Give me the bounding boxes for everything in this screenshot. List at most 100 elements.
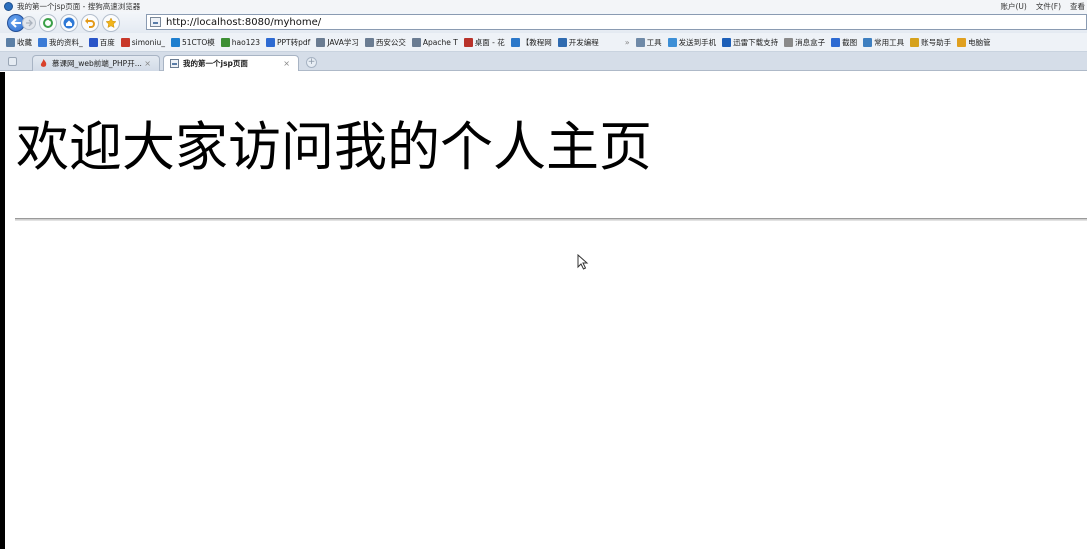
refresh-button[interactable] — [39, 13, 57, 32]
bird-icon — [510, 37, 520, 47]
bookmark-label: JAVA学习 — [327, 37, 359, 47]
page-icon — [170, 59, 179, 68]
bookmarks-bar: 收藏 我的资料_ 百度 simoniu_ 51CTO模 hao123 PPT转pdf JAVA… — [0, 33, 1087, 52]
bookmark-label: 西安公交 — [375, 37, 406, 47]
tab-my-jsp-page[interactable]: 我的第一个jsp页面 × — [163, 55, 299, 71]
bookmark-label: 截图 — [842, 37, 858, 47]
ppt-icon — [266, 37, 276, 47]
bookmark-7[interactable]: JAVA学习 — [316, 37, 359, 48]
bookmark-label: 百度 — [99, 37, 115, 47]
phone-icon — [667, 37, 677, 47]
bookmark-9[interactable]: Apache T — [411, 37, 458, 47]
bookmark-6[interactable]: PPT转pdf — [266, 37, 310, 48]
tab-list-button[interactable] — [8, 57, 17, 66]
bookmark-label: 51CTO模 — [181, 37, 215, 47]
toolbar-item-0[interactable]: 工具 — [635, 37, 662, 48]
wrench-icon — [863, 37, 873, 47]
bookmark-12[interactable]: 开发编程 — [557, 37, 599, 48]
flame-icon — [40, 59, 47, 67]
tools-icon — [635, 37, 645, 47]
new-tab-button[interactable]: + — [306, 57, 317, 68]
page-icon — [411, 37, 421, 47]
bookmark-4[interactable]: 51CTO模 — [170, 37, 215, 48]
doc-icon — [364, 37, 374, 47]
star-plus-icon — [6, 37, 15, 47]
bookmark-1[interactable]: 我的资料_ — [38, 37, 83, 48]
bookmark-label: PPT转pdf — [277, 37, 311, 47]
window-title-bar: 我的第一个jsp页面 - 搜狗高速浏览器 账户(U) 文件(F) 查看 — [0, 0, 1087, 12]
bookmark-11[interactable]: 【教程网 — [510, 37, 552, 48]
forward-button[interactable] — [22, 15, 36, 30]
home-button[interactable] — [60, 13, 78, 32]
mouse-cursor-icon — [577, 254, 589, 270]
bookmark-label: 工具 — [646, 37, 662, 47]
refresh-icon — [43, 17, 53, 28]
star-icon — [105, 16, 117, 28]
menu-view[interactable]: 查看 — [1070, 1, 1085, 12]
horizontal-rule — [15, 218, 1087, 221]
window-title: 我的第一个jsp页面 - 搜狗高速浏览器 — [17, 1, 141, 11]
thunder-icon — [722, 37, 732, 47]
navigation-bar: http://localhost:8080/myhome/ — [0, 12, 1087, 33]
top-menu: 账户(U) 文件(F) 查看 — [1000, 0, 1085, 12]
close-icon[interactable]: × — [144, 59, 151, 68]
tab-mooc[interactable]: 慕课网_web前端_PHP开... × — [32, 55, 160, 71]
key-icon — [910, 37, 920, 47]
paw-icon — [88, 37, 98, 47]
tab-strip: 慕课网_web前端_PHP开... × 我的第一个jsp页面 × + — [0, 52, 1087, 71]
toolbar-item-7[interactable]: 电脑管 — [957, 37, 991, 48]
undo-close-button[interactable] — [81, 13, 99, 32]
favorite-button[interactable] — [102, 13, 120, 32]
toolbar-item-2[interactable]: 迅雷下载支持 — [722, 37, 778, 48]
bookmark-label: 桌面 - 花 — [474, 37, 505, 47]
toolbar-item-6[interactable]: 账号助手 — [910, 37, 951, 48]
bookmark-label: 收藏 — [17, 37, 32, 47]
window-edge — [0, 72, 5, 549]
tab-label: 慕课网_web前端_PHP开... — [52, 59, 142, 68]
address-bar[interactable]: http://localhost:8080/myhome/ — [146, 14, 1087, 30]
url-input[interactable]: http://localhost:8080/myhome/ — [166, 17, 321, 28]
doc-icon — [316, 37, 326, 47]
bookmark-2[interactable]: 百度 — [88, 37, 115, 48]
toolbar-item-4[interactable]: 截图 — [831, 37, 857, 48]
undo-icon — [85, 17, 95, 28]
bookmark-label: 消息盒子 — [795, 37, 826, 47]
more-bookmarks-chevron-icon[interactable]: » — [625, 38, 630, 47]
bookmark-label: 常用工具 — [874, 37, 905, 47]
mascot-icon — [120, 37, 130, 47]
page-icon — [150, 17, 161, 27]
shield-icon — [957, 37, 967, 47]
arrow-right-icon — [26, 19, 33, 26]
toolbar-item-5[interactable]: 常用工具 — [863, 37, 904, 48]
bookmark-0[interactable]: 收藏 — [6, 37, 32, 48]
toolbar-item-1[interactable]: 发送到手机 — [667, 37, 717, 48]
bookmark-label: 开发编程 — [568, 37, 599, 47]
menu-account[interactable]: 账户(U) — [1000, 1, 1026, 12]
flower-icon — [463, 37, 473, 47]
bookmark-label: Apache T — [422, 37, 458, 47]
bookmark-label: 【教程网 — [521, 37, 552, 47]
screenshot-icon — [831, 37, 841, 47]
bookmark-label: hao123 — [231, 37, 261, 47]
bookmark-10[interactable]: 桌面 - 花 — [463, 37, 505, 48]
bookmark-label: 迅雷下载支持 — [733, 37, 779, 47]
bookmark-8[interactable]: 西安公交 — [364, 37, 406, 48]
bookmark-label: 发送到手机 — [678, 37, 717, 47]
bookmark-label: 账号助手 — [921, 37, 952, 47]
bookmark-label: 我的资料_ — [49, 37, 83, 47]
menu-file[interactable]: 文件(F) — [1036, 1, 1061, 12]
home-icon — [63, 17, 75, 28]
hao123-icon — [220, 37, 230, 47]
tab-label: 我的第一个jsp页面 — [183, 59, 248, 68]
browser-logo-icon — [4, 1, 13, 11]
message-icon — [784, 37, 794, 47]
close-icon[interactable]: × — [283, 59, 290, 68]
code-icon — [557, 37, 567, 47]
bookmark-3[interactable]: simoniu_ — [120, 37, 165, 47]
toolbar-item-3[interactable]: 消息盒子 — [784, 37, 825, 48]
arrow-left-icon — [10, 17, 21, 28]
bookmark-5[interactable]: hao123 — [220, 37, 261, 47]
profile-icon — [38, 37, 47, 47]
cto-icon — [170, 37, 180, 47]
page-heading: 欢迎大家访问我的个人主页 — [16, 117, 652, 178]
